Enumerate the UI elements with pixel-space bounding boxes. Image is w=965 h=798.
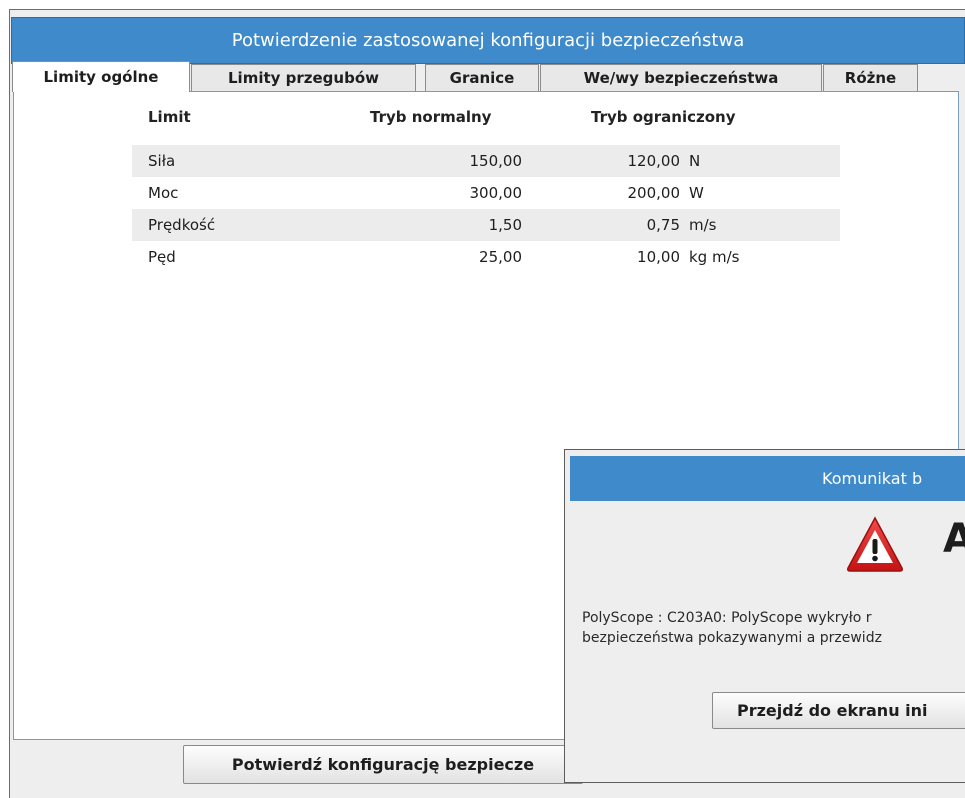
dialog-message-line-1: PolyScope : C203A0: PolyScope wykryło r xyxy=(582,610,872,626)
reduced-value: 200,00 xyxy=(627,184,681,202)
go-to-init-screen-button[interactable]: Przejdź do ekranu ini xyxy=(712,692,965,729)
unit: N xyxy=(689,152,701,170)
warning-triangle-icon xyxy=(847,516,903,572)
reduced-value: 120,00 xyxy=(627,152,681,170)
message-dialog: Komunikat b A PolyScope : C203A0: PolySc… xyxy=(564,449,965,783)
normal-value: 1,50 xyxy=(488,216,522,234)
limit-name: Siła xyxy=(148,152,176,170)
normal-value: 300,00 xyxy=(469,184,523,202)
unit: W xyxy=(689,184,704,202)
column-header-limit: Limit xyxy=(148,108,191,126)
reduced-value: 10,00 xyxy=(637,248,680,266)
table-row: Pęd 25,00 10,00 kg m/s xyxy=(132,241,840,273)
tab-misc[interactable]: Różne xyxy=(823,64,918,91)
table-row: Moc 300,00 200,00 W xyxy=(132,177,840,209)
limit-name: Moc xyxy=(148,184,179,202)
table-row: Prędkość 1,50 0,75 m/s xyxy=(132,209,840,241)
limit-name: Pęd xyxy=(148,248,176,266)
window-title: Potwierdzenie zastosowanej konfiguracji … xyxy=(11,17,965,64)
tab-safety-io[interactable]: We/wy bezpieczeństwa xyxy=(540,64,822,91)
tab-joint-limits[interactable]: Limity przegubów xyxy=(191,64,416,91)
limit-name: Prędkość xyxy=(148,216,216,234)
unit: kg m/s xyxy=(689,248,740,266)
tab-boundaries[interactable]: Granice xyxy=(425,64,539,91)
dialog-message-line-2: bezpieczeństwa pokazywanymi a przewidz xyxy=(582,630,882,646)
normal-value: 150,00 xyxy=(469,152,523,170)
tab-general-limits[interactable]: Limity ogólne xyxy=(12,61,190,92)
dialog-title: Komunikat b xyxy=(822,469,923,488)
dialog-title-bar: Komunikat b xyxy=(570,456,965,501)
column-header-normal-mode: Tryb normalny xyxy=(370,108,492,126)
normal-value: 25,00 xyxy=(479,248,522,266)
unit: m/s xyxy=(689,216,717,234)
reduced-value: 0,75 xyxy=(646,216,680,234)
dialog-heading: A xyxy=(943,516,965,562)
column-header-reduced-mode: Tryb ograniczony xyxy=(591,108,736,126)
confirm-safety-config-button[interactable]: Potwierdź konfigurację bezpiecze xyxy=(183,745,583,784)
table-row: Siła 150,00 120,00 N xyxy=(132,145,840,177)
